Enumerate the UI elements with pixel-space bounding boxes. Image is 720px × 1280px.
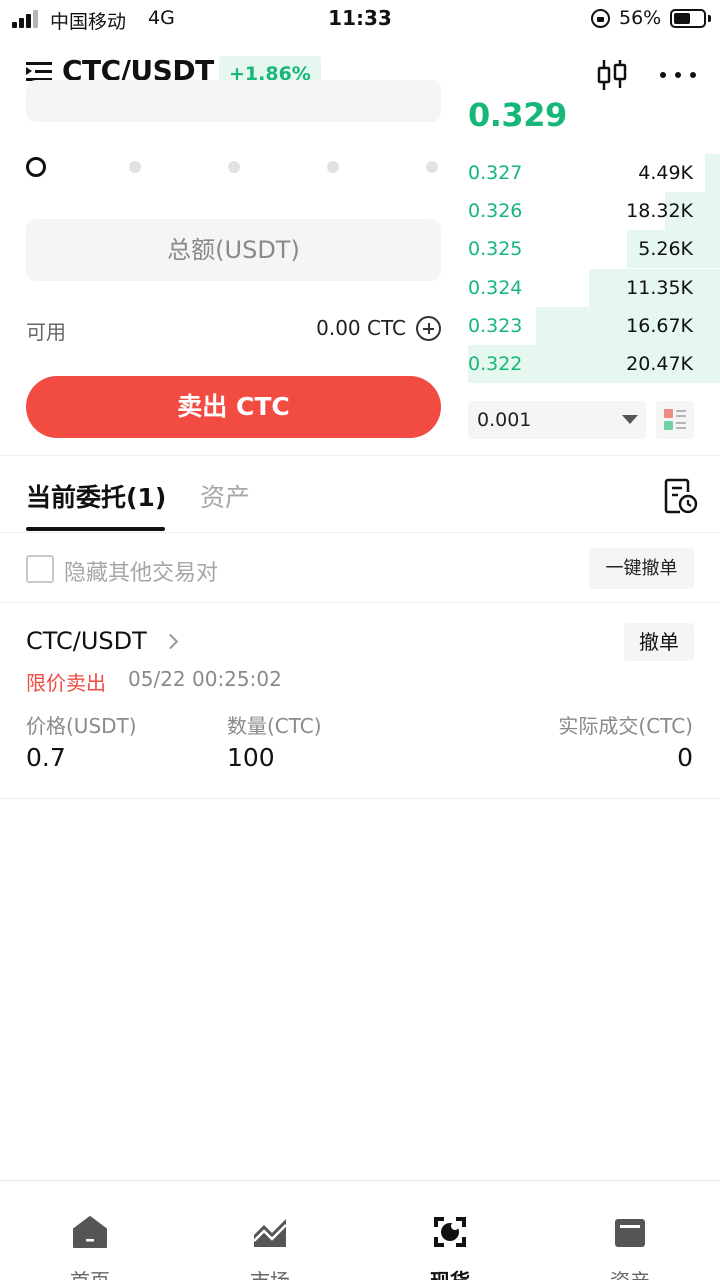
orderbook-row[interactable]: 0.325 5.26K — [468, 230, 720, 269]
sell-button[interactable]: 卖出 CTC — [26, 376, 441, 438]
status-bar: 中国移动 4G 11:33 56% — [0, 0, 720, 38]
nav-market[interactable]: 市场 — [180, 1181, 360, 1280]
spot-icon — [434, 1217, 466, 1247]
market-chart-icon — [253, 1219, 287, 1247]
battery-percent: 56% — [619, 7, 662, 29]
precision-value: 0.001 — [477, 409, 532, 431]
orderbook-price: 0.322 — [468, 353, 523, 375]
orderbook-price: 0.323 — [468, 314, 523, 337]
order-history-icon[interactable] — [664, 478, 698, 514]
slider-step-75[interactable] — [327, 161, 339, 173]
slider-step-100[interactable] — [426, 161, 438, 173]
amount-slider[interactable] — [26, 155, 441, 179]
divider — [0, 798, 720, 799]
amount-value: 100 — [227, 743, 275, 772]
total-input[interactable]: 总额(USDT) — [26, 219, 441, 281]
orderbook-price: 0.326 — [468, 200, 523, 223]
orderbook-quantity: 4.49K — [638, 162, 693, 184]
depth-bar — [705, 154, 720, 192]
tab-current-orders[interactable]: 当前委托(1) — [26, 478, 166, 514]
chevron-down-icon — [622, 415, 638, 424]
nav-home[interactable]: 首页 — [0, 1181, 180, 1280]
divider — [0, 532, 720, 533]
kline-chart-icon[interactable] — [596, 58, 628, 92]
hide-other-pairs-label[interactable]: 隐藏其他交易对 — [64, 555, 218, 587]
hide-other-pairs-checkbox[interactable] — [26, 555, 54, 583]
slider-step-50[interactable] — [228, 161, 240, 173]
order-pair-link[interactable]: CTC/USDT — [26, 627, 147, 655]
orderbook-quantity: 18.32K — [626, 200, 693, 223]
available-label: 可用 — [26, 320, 66, 344]
orderbook-price: 0.324 — [468, 276, 523, 299]
orderbook-quantity: 11.35K — [626, 276, 693, 299]
nav-spot[interactable]: 现货 — [360, 1181, 540, 1280]
divider — [0, 455, 720, 456]
orderbook-row[interactable]: 0.322 20.47K — [468, 345, 720, 383]
filled-label: 实际成交(CTC) — [558, 714, 693, 738]
home-icon — [73, 1216, 107, 1248]
orderbook-quantity: 20.47K — [626, 353, 693, 375]
amount-label: 数量(CTC) — [227, 714, 322, 738]
orderbook-price: 0.325 — [468, 238, 523, 261]
orderbook-row[interactable]: 0.324 11.35K — [468, 268, 720, 307]
chevron-right-icon[interactable] — [162, 633, 179, 650]
orderbook-row[interactable]: 0.327 4.49K — [468, 154, 720, 192]
order-time: 05/22 00:25:02 — [128, 667, 282, 691]
orderbook-quantity: 16.67K — [626, 314, 693, 337]
battery-tip — [708, 15, 711, 22]
clock: 11:33 — [328, 6, 392, 30]
nav-label: 市场 — [180, 1265, 360, 1280]
slider-step-25[interactable] — [129, 161, 141, 173]
orderbook-layout-icon[interactable] — [656, 401, 694, 439]
orderbook-price: 0.327 — [468, 162, 523, 184]
precision-select[interactable]: 0.001 — [468, 401, 646, 439]
tab-assets[interactable]: 资产 — [200, 478, 250, 514]
more-icon[interactable] — [660, 72, 696, 78]
nav-label: 资产 — [540, 1265, 720, 1280]
battery-icon — [670, 9, 706, 28]
cancel-order-button[interactable]: 撤单 — [624, 623, 694, 661]
orderbook-row[interactable]: 0.326 18.32K — [468, 192, 720, 231]
filled-value: 0 — [677, 743, 693, 772]
bottom-nav: 首页 市场 现货 资产 — [0, 1180, 720, 1280]
price-value: 0.7 — [26, 743, 66, 772]
cancel-all-button[interactable]: 一键撤单 — [589, 548, 694, 589]
rotation-lock-icon — [591, 9, 610, 28]
price-label: 价格(USDT) — [26, 714, 137, 738]
add-circle-icon[interactable] — [416, 316, 441, 341]
battery-fill — [674, 13, 690, 24]
orderbook-row[interactable]: 0.323 16.67K — [468, 306, 720, 345]
divider — [0, 602, 720, 603]
nav-assets[interactable]: 资产 — [540, 1181, 720, 1280]
last-price: 0.329 — [468, 96, 567, 134]
tab-active-indicator — [26, 527, 165, 531]
nav-label: 现货 — [360, 1265, 540, 1280]
price-input[interactable] — [26, 80, 441, 122]
available-value: 0.00 CTC — [316, 316, 406, 340]
nav-label: 首页 — [0, 1265, 180, 1280]
orderbook-quantity: 5.26K — [638, 238, 693, 261]
slider-thumb[interactable] — [26, 157, 46, 177]
order-type: 限价卖出 — [26, 671, 106, 695]
wallet-icon — [615, 1219, 645, 1247]
